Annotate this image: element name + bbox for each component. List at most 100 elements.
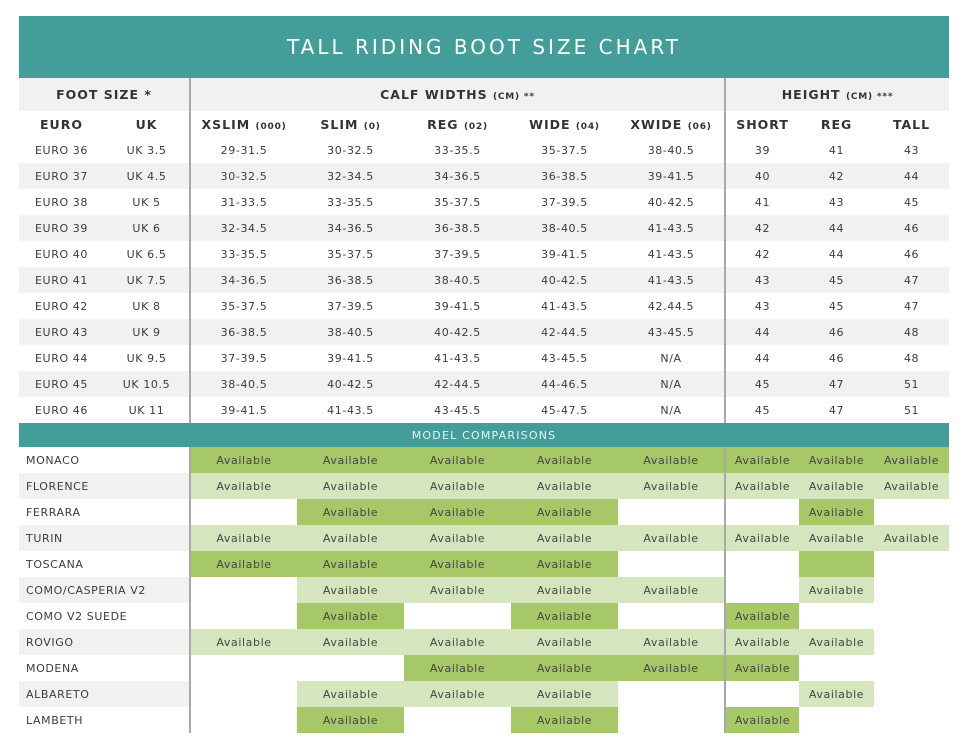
- availability-cell: Available: [297, 681, 405, 707]
- availability-cell: [874, 603, 949, 629]
- column-header-row: EURO UK XSLIM (000) SLIM (0) REG (02) WI…: [19, 111, 950, 137]
- availability-cell: Available: [404, 473, 512, 499]
- availability-cell: Available: [799, 447, 875, 473]
- size-chart: TALL RIDING BOOT SIZE CHART FOOT SIZE * …: [19, 16, 950, 733]
- availability-cell: Available: [404, 655, 512, 681]
- size-cell: 42: [724, 215, 800, 241]
- size-cell: 30-32.5: [327, 143, 374, 157]
- availability-cell: Available: [618, 473, 726, 499]
- availability-cell: Available: [189, 447, 298, 473]
- availability-cell: [874, 707, 949, 733]
- table-row: EURO 36 UK 3.5 29-31.5 30-32.5 33-35.5 35-37.…: [19, 137, 949, 163]
- size-cell: UK 6.5: [126, 247, 167, 261]
- model-row: TURIN Available Available Available Availabl…: [19, 525, 950, 551]
- col-short: SHORT: [724, 111, 800, 137]
- availability-cell: [874, 629, 949, 655]
- model-row: COMO/CASPERIA V2 Available Available Availa…: [19, 577, 949, 603]
- size-cell: 33-35.5: [189, 241, 298, 267]
- size-cell: 43-45.5: [618, 319, 726, 345]
- table-row: EURO 44 UK 9.5 37-39.5 39-41.5 41-43.5 43-45.…: [19, 345, 949, 371]
- size-cell: 36-38.5: [511, 163, 619, 189]
- size-cell: 34-36.5: [404, 163, 512, 189]
- model-name: TOSCANA: [26, 557, 84, 571]
- model-name: MONACO: [26, 453, 80, 467]
- availability-cell: [724, 681, 800, 707]
- availability-cell: [874, 681, 949, 707]
- size-cell: 30-32.5: [189, 163, 298, 189]
- foot-size-header: FOOT SIZE *: [19, 78, 191, 111]
- size-cell: EURO 42: [35, 299, 88, 313]
- availability-cell: Available: [724, 603, 800, 629]
- size-cell: 34-36.5: [297, 215, 405, 241]
- availability-cell: [618, 499, 725, 525]
- size-cell: 44: [724, 345, 800, 371]
- size-cell: 46: [874, 215, 950, 241]
- availability-cell: Available: [511, 499, 619, 525]
- size-cell: UK 3.5: [126, 143, 167, 157]
- size-cell: 35-37.5: [327, 247, 374, 261]
- calf-widths-header: CALF WIDTHS (CM) **: [189, 78, 726, 111]
- availability-cell: Available: [189, 473, 298, 499]
- model-row: MONACO Available Available Available Availab…: [19, 447, 950, 473]
- size-cell: 40-42.5: [404, 319, 512, 345]
- size-cell: UK 11: [128, 403, 165, 417]
- size-cell: 37-39.5: [327, 299, 374, 313]
- col-uk: UK: [104, 111, 191, 137]
- chart-title: TALL RIDING BOOT SIZE CHART: [19, 16, 949, 78]
- size-cell: 43-45.5: [541, 351, 588, 365]
- availability-cell: [874, 551, 949, 577]
- table-row: EURO 39 UK 6 32-34.5 34-36.5 36-38.5 38-40.5 4…: [19, 215, 950, 241]
- availability-cell: Available: [297, 577, 405, 603]
- size-cell: 47: [874, 267, 950, 293]
- size-cell: 37-39.5: [541, 195, 588, 209]
- availability-cell: [874, 577, 949, 603]
- availability-cell: Available: [297, 707, 405, 733]
- size-cell: 39-41.5: [434, 299, 481, 313]
- size-cell: 41-43.5: [618, 215, 726, 241]
- table-row: EURO 45 UK 10.5 38-40.5 40-42.5 42-44.5 44-46…: [19, 371, 950, 397]
- availability-cell: Available: [511, 473, 619, 499]
- model-row: ALBARETO Available Available Available Avail…: [19, 681, 949, 707]
- availability-cell: [618, 551, 725, 577]
- size-cell: 45: [828, 299, 845, 313]
- model-rows: MODEL COMPARISONS MONACO Available Availab…: [19, 423, 950, 733]
- size-cell: N/A: [660, 351, 682, 365]
- size-cell: 48: [874, 319, 950, 345]
- model-row: TOSCANA Available Available Available Availa…: [19, 551, 949, 577]
- model-comparisons-label: MODEL COMPARISONS: [19, 423, 950, 447]
- size-cell: 32-34.5: [189, 215, 298, 241]
- availability-cell: Available: [297, 629, 405, 655]
- size-cell: 44: [828, 247, 845, 261]
- size-cell: N/A: [618, 371, 726, 397]
- size-cell: 48: [903, 351, 920, 365]
- size-cell: UK 9.5: [126, 351, 167, 365]
- col-height-reg: REG: [799, 111, 875, 137]
- availability-cell: Available: [404, 681, 512, 707]
- size-cell: 42-44.5: [511, 319, 619, 345]
- size-cell: EURO 45: [19, 371, 104, 397]
- size-cell: 44: [724, 319, 800, 345]
- availability-cell: Available: [799, 681, 875, 707]
- availability-cell: [618, 603, 725, 629]
- availability-cell: Available: [404, 499, 512, 525]
- availability-cell: [404, 707, 511, 733]
- availability-cell: Available: [799, 525, 875, 551]
- availability-cell: Available: [618, 577, 726, 603]
- size-cell: 42: [724, 241, 800, 267]
- availability-cell: Available: [724, 525, 800, 551]
- size-table: FOOT SIZE * CALF WIDTHS (CM) ** HEIGHT (…: [19, 78, 950, 733]
- col-reg: REG (02): [404, 111, 512, 137]
- availability-cell: Available: [799, 499, 875, 525]
- availability-cell: Available: [511, 551, 619, 577]
- size-cell: 38-40.5: [297, 319, 405, 345]
- size-cell: 41-43.5: [618, 267, 726, 293]
- model-row: MODENA Available Available Available Availab…: [19, 655, 949, 681]
- size-cell: 41-43.5: [647, 247, 695, 261]
- availability-cell: [799, 551, 875, 577]
- availability-cell: Available: [724, 655, 800, 681]
- col-wide: WIDE (04): [511, 111, 619, 137]
- availability-cell: Available: [511, 447, 619, 473]
- model-name: COMO/CASPERIA V2: [19, 577, 191, 603]
- size-cell: 51: [903, 403, 920, 417]
- size-cell: N/A: [660, 403, 682, 417]
